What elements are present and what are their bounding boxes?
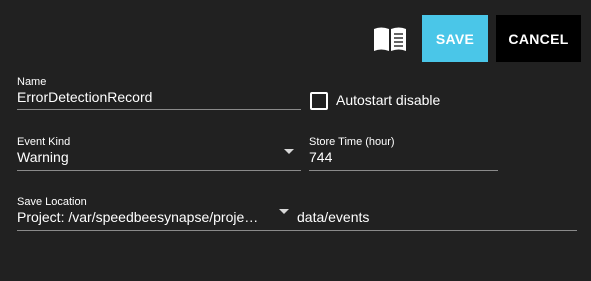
chevron-down-icon[interactable]: [284, 149, 294, 154]
event-kind-underline: [17, 170, 301, 171]
autostart-label[interactable]: Autostart disable: [336, 91, 440, 109]
name-underline: [17, 109, 301, 110]
store-time-input[interactable]: 744: [309, 148, 498, 166]
name-field[interactable]: Name ErrorDetectionRecord: [17, 76, 301, 112]
event-kind-value[interactable]: Warning: [17, 148, 267, 166]
store-time-underline: [309, 170, 498, 171]
save-location-field[interactable]: Save Location Project: /var/speedbeesyna…: [17, 196, 577, 232]
autostart-checkbox[interactable]: [310, 92, 328, 110]
save-button[interactable]: SAVE: [422, 15, 488, 62]
store-time-field[interactable]: Store Time (hour) 744: [309, 136, 498, 172]
name-input[interactable]: ErrorDetectionRecord: [17, 88, 301, 106]
event-kind-select[interactable]: Event Kind Warning: [17, 136, 301, 172]
open-book-icon[interactable]: [372, 26, 408, 52]
chevron-down-icon[interactable]: [279, 209, 289, 214]
save-location-select[interactable]: Project: /var/speedbeesynapse/proje…: [17, 208, 269, 226]
cancel-button[interactable]: CANCEL: [496, 15, 581, 62]
save-location-path-input[interactable]: data/events: [297, 208, 577, 226]
save-location-underline: [17, 230, 577, 231]
